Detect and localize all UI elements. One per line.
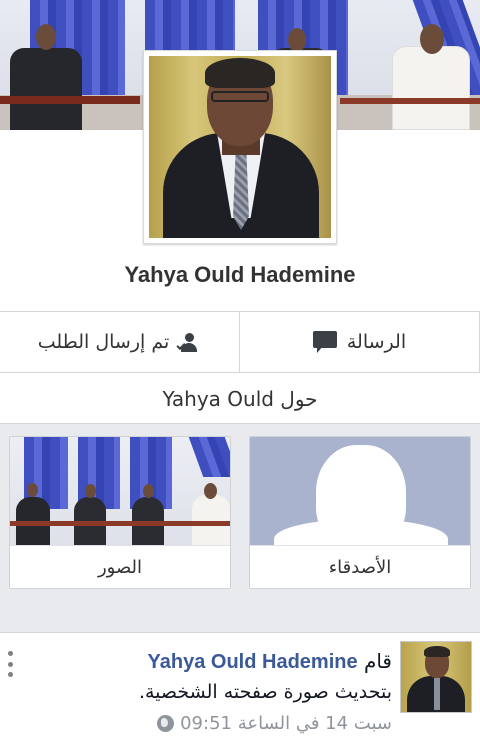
story-text: بتحديث صورة صفحته الشخصية. bbox=[138, 681, 392, 703]
profile-photo bbox=[149, 56, 331, 238]
glasses bbox=[211, 91, 269, 102]
friends-thumbnail bbox=[250, 437, 470, 559]
profile-tiles: الصور الأصدقاء bbox=[0, 424, 480, 632]
hair bbox=[205, 58, 275, 88]
friends-tile[interactable]: الأصدقاء bbox=[249, 436, 471, 589]
story-author-link[interactable]: Yahya Ould Hademine bbox=[148, 651, 358, 673]
cover-person-head bbox=[288, 28, 306, 52]
message-icon bbox=[312, 331, 337, 353]
about-label: حول Yahya Ould bbox=[162, 386, 318, 411]
photo-curtain bbox=[188, 437, 230, 477]
feed-story: قام Yahya Ould Hademine بتحديث صورة صفحت… bbox=[0, 632, 480, 750]
cover-table bbox=[0, 96, 140, 104]
photos-thumbnail bbox=[10, 437, 230, 545]
cover-person-head bbox=[36, 24, 56, 50]
friend-request-sent-icon bbox=[176, 331, 201, 353]
profile-actions: تم إرسال الطلب الرسالة bbox=[0, 311, 480, 373]
photo-table bbox=[10, 521, 230, 526]
story-headline: قام Yahya Ould Hademine bbox=[148, 649, 392, 674]
globe-icon bbox=[157, 715, 175, 732]
friends-tile-label: الأصدقاء bbox=[250, 545, 470, 588]
story-avatar[interactable] bbox=[400, 641, 472, 713]
story-prefix: قام bbox=[363, 649, 392, 673]
friend-request-sent-button[interactable]: تم إرسال الطلب bbox=[0, 312, 240, 372]
message-label: الرسالة bbox=[346, 331, 407, 353]
about-link[interactable]: حول Yahya Ould bbox=[0, 374, 480, 424]
photo-person-head bbox=[27, 483, 38, 497]
profile-name: Yahya Ould Hademine bbox=[124, 262, 356, 287]
photos-tile[interactable]: الصور bbox=[9, 436, 231, 589]
friend-request-sent-label: تم إرسال الطلب bbox=[37, 331, 170, 353]
cover-table bbox=[340, 98, 480, 104]
cover-person bbox=[10, 48, 82, 130]
photos-tile-label: الصور bbox=[10, 545, 230, 588]
cover-person-head bbox=[420, 24, 444, 54]
tie bbox=[434, 678, 440, 710]
cover-person bbox=[392, 46, 470, 130]
more-options-icon[interactable] bbox=[8, 651, 16, 677]
story-timestamp: سبت 14 في الساعة 09:51 bbox=[180, 713, 392, 734]
message-button[interactable]: الرسالة bbox=[240, 312, 480, 372]
photo-person bbox=[192, 495, 230, 545]
photo-person-head bbox=[204, 483, 217, 499]
profile-picture[interactable] bbox=[143, 50, 337, 244]
story-meta[interactable]: سبت 14 في الساعة 09:51 bbox=[157, 713, 392, 734]
hair bbox=[424, 646, 450, 657]
photo-person-head bbox=[85, 484, 96, 498]
photo-person-head bbox=[143, 484, 154, 498]
